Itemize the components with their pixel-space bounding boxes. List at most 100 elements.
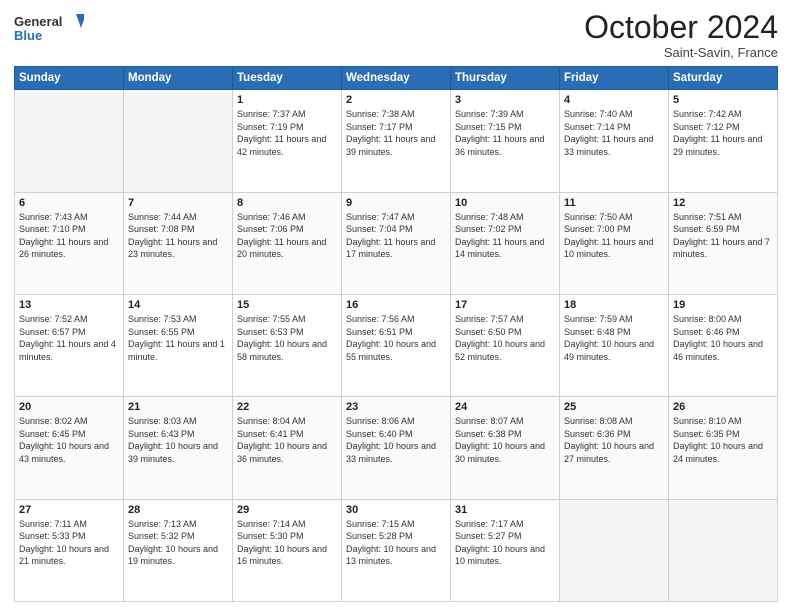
- day-number: 28: [128, 504, 228, 516]
- day-number: 4: [564, 94, 664, 106]
- day-info: Sunrise: 7:57 AMSunset: 6:50 PMDaylight:…: [455, 313, 555, 363]
- day-number: 10: [455, 197, 555, 209]
- calendar-cell: 22 Sunrise: 8:04 AMSunset: 6:41 PMDayligh…: [233, 397, 342, 499]
- day-number: 7: [128, 197, 228, 209]
- day-info: Sunrise: 7:15 AMSunset: 5:28 PMDaylight:…: [346, 518, 446, 568]
- day-info: Sunrise: 7:46 AMSunset: 7:06 PMDaylight:…: [237, 211, 337, 261]
- week-row-4: 20Sunrise: 8:02 AMSunset: 6:45 PMDayligh…: [15, 397, 778, 499]
- day-number: 19: [673, 299, 773, 311]
- calendar-cell: 16 Sunrise: 7:56 AMSunset: 6:51 PMDayligh…: [342, 294, 451, 396]
- day-info: Sunrise: 7:47 AMSunset: 7:04 PMDaylight:…: [346, 211, 446, 261]
- day-info: Sunrise: 7:14 AMSunset: 5:30 PMDaylight:…: [237, 518, 337, 568]
- day-number: 15: [237, 299, 337, 311]
- day-number: 11: [564, 197, 664, 209]
- day-number: 13: [19, 299, 119, 311]
- week-row-1: 1Sunrise: 7:37 AMSunset: 7:19 PMDaylight…: [15, 90, 778, 192]
- calendar-cell: 31 Sunrise: 7:17 AMSunset: 5:27 PMDayligh…: [451, 499, 560, 601]
- calendar-cell: 2Sunrise: 7:38 AMSunset: 7:17 PMDaylight…: [342, 90, 451, 192]
- calendar-cell: 7 Sunrise: 7:44 AMSunset: 7:08 PMDaylight…: [124, 192, 233, 294]
- calendar-cell: 19Sunrise: 8:00 AMSunset: 6:46 PMDayligh…: [669, 294, 778, 396]
- calendar-cell: [560, 499, 669, 601]
- day-info: Sunrise: 7:56 AMSunset: 6:51 PMDaylight:…: [346, 313, 446, 363]
- calendar-cell: 30Sunrise: 7:15 AMSunset: 5:28 PMDayligh…: [342, 499, 451, 601]
- header-saturday: Saturday: [669, 67, 778, 90]
- calendar-cell: 18 Sunrise: 7:59 AMSunset: 6:48 PMDayligh…: [560, 294, 669, 396]
- page: General Blue October 2024 Saint-Savin, F…: [0, 0, 792, 612]
- day-info: Sunrise: 8:03 AMSunset: 6:43 PMDaylight:…: [128, 415, 228, 465]
- header-tuesday: Tuesday: [233, 67, 342, 90]
- day-info: Sunrise: 8:07 AMSunset: 6:38 PMDaylight:…: [455, 415, 555, 465]
- calendar-cell: 14 Sunrise: 7:53 AMSunset: 6:55 PMDayligh…: [124, 294, 233, 396]
- calendar-cell: 25 Sunrise: 8:08 AMSunset: 6:36 PMDayligh…: [560, 397, 669, 499]
- day-number: 27: [19, 504, 119, 516]
- day-number: 2: [346, 94, 446, 106]
- logo: General Blue: [14, 10, 84, 46]
- day-info: Sunrise: 7:52 AMSunset: 6:57 PMDaylight:…: [19, 313, 119, 363]
- day-info: Sunrise: 7:50 AMSunset: 7:00 PMDaylight:…: [564, 211, 664, 261]
- day-number: 8: [237, 197, 337, 209]
- header-thursday: Thursday: [451, 67, 560, 90]
- day-number: 21: [128, 401, 228, 413]
- calendar-cell: 13 Sunrise: 7:52 AMSunset: 6:57 PMDayligh…: [15, 294, 124, 396]
- day-number: 1: [237, 94, 337, 106]
- day-info: Sunrise: 7:42 AMSunset: 7:12 PMDaylight:…: [673, 108, 773, 158]
- svg-text:General: General: [14, 14, 62, 29]
- day-info: Sunrise: 7:44 AMSunset: 7:08 PMDaylight:…: [128, 211, 228, 261]
- day-number: 14: [128, 299, 228, 311]
- calendar-cell: 24 Sunrise: 8:07 AMSunset: 6:38 PMDayligh…: [451, 397, 560, 499]
- day-info: Sunrise: 7:43 AMSunset: 7:10 PMDaylight:…: [19, 211, 119, 261]
- day-info: Sunrise: 8:10 AMSunset: 6:35 PMDaylight:…: [673, 415, 773, 465]
- day-info: Sunrise: 8:06 AMSunset: 6:40 PMDaylight:…: [346, 415, 446, 465]
- calendar-table: SundayMondayTuesdayWednesdayThursdayFrid…: [14, 66, 778, 602]
- calendar-cell: 1Sunrise: 7:37 AMSunset: 7:19 PMDaylight…: [233, 90, 342, 192]
- day-number: 29: [237, 504, 337, 516]
- header-sunday: Sunday: [15, 67, 124, 90]
- week-row-2: 6 Sunrise: 7:43 AMSunset: 7:10 PMDaylight…: [15, 192, 778, 294]
- day-number: 9: [346, 197, 446, 209]
- day-info: Sunrise: 8:08 AMSunset: 6:36 PMDaylight:…: [564, 415, 664, 465]
- calendar-cell: 12 Sunrise: 7:51 AMSunset: 6:59 PMDayligh…: [669, 192, 778, 294]
- calendar-cell: 6 Sunrise: 7:43 AMSunset: 7:10 PMDaylight…: [15, 192, 124, 294]
- day-info: Sunrise: 7:59 AMSunset: 6:48 PMDaylight:…: [564, 313, 664, 363]
- calendar-cell: 3Sunrise: 7:39 AMSunset: 7:15 PMDaylight…: [451, 90, 560, 192]
- day-info: Sunrise: 7:39 AMSunset: 7:15 PMDaylight:…: [455, 108, 555, 158]
- day-info: Sunrise: 7:51 AMSunset: 6:59 PMDaylight:…: [673, 211, 773, 261]
- month-title: October 2024: [584, 10, 778, 45]
- title-section: October 2024 Saint-Savin, France: [584, 10, 778, 60]
- calendar-cell: 23 Sunrise: 8:06 AMSunset: 6:40 PMDayligh…: [342, 397, 451, 499]
- calendar-cell: 20Sunrise: 8:02 AMSunset: 6:45 PMDayligh…: [15, 397, 124, 499]
- day-number: 22: [237, 401, 337, 413]
- day-number: 16: [346, 299, 446, 311]
- header-wednesday: Wednesday: [342, 67, 451, 90]
- day-number: 23: [346, 401, 446, 413]
- calendar-cell: 29 Sunrise: 7:14 AMSunset: 5:30 PMDayligh…: [233, 499, 342, 601]
- day-info: Sunrise: 7:53 AMSunset: 6:55 PMDaylight:…: [128, 313, 228, 363]
- calendar-cell: 26Sunrise: 8:10 AMSunset: 6:35 PMDayligh…: [669, 397, 778, 499]
- calendar-cell: 5 Sunrise: 7:42 AMSunset: 7:12 PMDaylight…: [669, 90, 778, 192]
- day-number: 17: [455, 299, 555, 311]
- logo-svg: General Blue: [14, 10, 84, 46]
- day-info: Sunrise: 7:48 AMSunset: 7:02 PMDaylight:…: [455, 211, 555, 261]
- calendar-cell: 4 Sunrise: 7:40 AMSunset: 7:14 PMDaylight…: [560, 90, 669, 192]
- day-number: 24: [455, 401, 555, 413]
- day-info: Sunrise: 8:04 AMSunset: 6:41 PMDaylight:…: [237, 415, 337, 465]
- day-info: Sunrise: 7:17 AMSunset: 5:27 PMDaylight:…: [455, 518, 555, 568]
- day-number: 25: [564, 401, 664, 413]
- calendar-cell: [124, 90, 233, 192]
- day-number: 5: [673, 94, 773, 106]
- day-info: Sunrise: 7:40 AMSunset: 7:14 PMDaylight:…: [564, 108, 664, 158]
- week-row-3: 13 Sunrise: 7:52 AMSunset: 6:57 PMDayligh…: [15, 294, 778, 396]
- day-number: 18: [564, 299, 664, 311]
- day-number: 6: [19, 197, 119, 209]
- calendar-cell: [15, 90, 124, 192]
- day-info: Sunrise: 7:11 AMSunset: 5:33 PMDaylight:…: [19, 518, 119, 568]
- day-number: 12: [673, 197, 773, 209]
- calendar-cell: 10 Sunrise: 7:48 AMSunset: 7:02 PMDayligh…: [451, 192, 560, 294]
- day-number: 31: [455, 504, 555, 516]
- calendar-cell: 21 Sunrise: 8:03 AMSunset: 6:43 PMDayligh…: [124, 397, 233, 499]
- calendar-cell: 8 Sunrise: 7:46 AMSunset: 7:06 PMDaylight…: [233, 192, 342, 294]
- header-friday: Friday: [560, 67, 669, 90]
- day-info: Sunrise: 7:13 AMSunset: 5:32 PMDaylight:…: [128, 518, 228, 568]
- week-row-5: 27 Sunrise: 7:11 AMSunset: 5:33 PMDayligh…: [15, 499, 778, 601]
- day-number: 20: [19, 401, 119, 413]
